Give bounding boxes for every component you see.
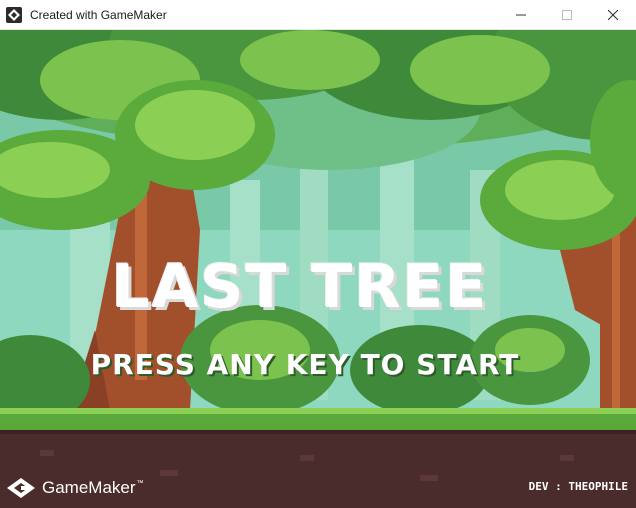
maximize-icon xyxy=(562,10,572,20)
close-button[interactable] xyxy=(590,0,636,30)
close-icon xyxy=(608,10,618,20)
gamemaker-logo: GameMaker ™ xyxy=(6,476,144,500)
game-title: LAST TREE xyxy=(111,252,489,322)
game-canvas[interactable]: LAST TREE PRESS ANY KEY TO START GameMak… xyxy=(0,30,636,508)
window-titlebar[interactable]: Created with GameMaker xyxy=(0,0,636,30)
minimize-button[interactable] xyxy=(498,0,544,30)
window-title: Created with GameMaker xyxy=(30,7,167,22)
gamemaker-icon xyxy=(6,6,22,23)
window-controls xyxy=(498,0,636,30)
gamemaker-logo-icon xyxy=(7,478,35,498)
developer-credit: DEV : THEOPHILE xyxy=(528,480,628,493)
press-any-key-prompt: PRESS ANY KEY TO START xyxy=(90,348,520,381)
gamemaker-logo-text: GameMaker xyxy=(42,478,136,497)
gamemaker-trademark: ™ xyxy=(136,480,144,487)
maximize-button[interactable] xyxy=(544,0,590,30)
minimize-icon xyxy=(516,14,526,16)
